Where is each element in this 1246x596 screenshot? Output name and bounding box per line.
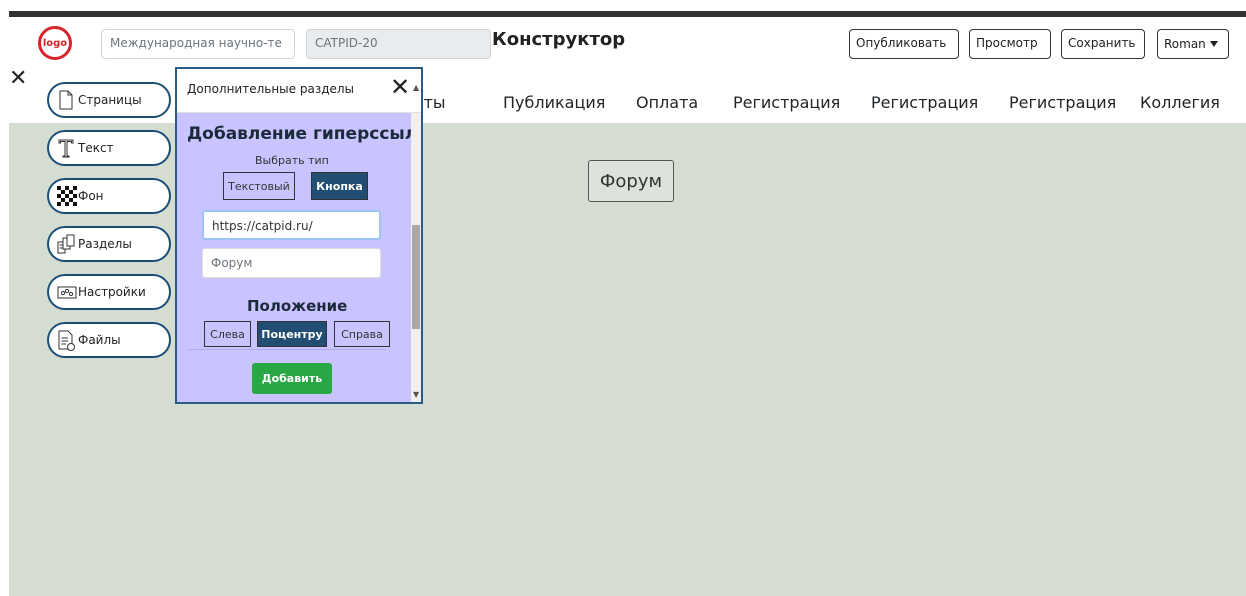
page-icon <box>57 90 75 110</box>
site-name-input[interactable]: Международная научно-те <box>101 29 295 59</box>
position-title: Положение <box>247 297 348 315</box>
sidebar-item-background[interactable]: Фон <box>47 178 171 214</box>
align-right-button[interactable]: Справа <box>334 321 390 347</box>
nav-item-registration-3[interactable]: Регистрация <box>1009 93 1116 112</box>
publish-button[interactable]: Опубликовать <box>849 29 959 59</box>
align-center-button[interactable]: Поцентру <box>257 321 327 347</box>
scroll-up-icon[interactable]: ▲ <box>413 83 419 92</box>
sidebar-item-label: Файлы <box>78 333 121 347</box>
scroll-down-icon[interactable]: ▼ <box>413 390 419 399</box>
sidebar-item-pages[interactable]: Страницы <box>47 82 171 118</box>
scrollbar-thumb[interactable] <box>412 225 420 329</box>
user-dropdown[interactable]: Roman <box>1157 29 1229 59</box>
panel-scrollbar[interactable]: ▲ ▼ <box>411 83 421 402</box>
text-icon <box>57 138 75 158</box>
caret-down-icon <box>1209 41 1218 47</box>
nav-item-registration-1[interactable]: Регистрация <box>733 93 840 112</box>
site-code-input[interactable]: CATPID-20 <box>306 29 491 59</box>
link-text-input[interactable]: Форум <box>202 248 381 278</box>
sidebar-item-label: Разделы <box>78 237 132 251</box>
add-button[interactable]: Добавить <box>252 363 332 394</box>
type-text-button[interactable]: Текстовый <box>223 172 295 200</box>
page-title: Конструктор <box>492 29 626 50</box>
additional-sections-panel: Дополнительные разделы ✕ Добавление гипе… <box>175 67 423 404</box>
nav-item-registration-2[interactable]: Регистрация <box>871 93 978 112</box>
divider <box>188 349 386 350</box>
close-icon[interactable]: ✕ <box>390 75 410 99</box>
nav-item-payment[interactable]: Оплата <box>636 93 698 112</box>
align-left-button[interactable]: Слева <box>204 321 251 347</box>
sidebar-item-settings[interactable]: Настройки <box>47 274 171 310</box>
file-icon <box>57 330 75 351</box>
panel-header: Дополнительные разделы ✕ <box>177 69 421 113</box>
forum-link-button[interactable]: Форум <box>588 160 674 202</box>
panel-title: Дополнительные разделы <box>187 82 355 96</box>
nav-item-board[interactable]: Коллегия <box>1140 93 1220 112</box>
panel-body: Добавление гиперссылки Выбрать тип Текст… <box>177 113 421 402</box>
logo-text: logo <box>42 37 68 49</box>
url-input[interactable]: https://catpid.ru/ <box>202 210 381 240</box>
sidebar-item-sections[interactable]: Разделы <box>47 226 171 262</box>
sidebar-item-files[interactable]: Файлы <box>47 322 171 358</box>
hyperlink-section-title: Добавление гиперссылки <box>187 124 423 144</box>
type-button-button[interactable]: Кнопка <box>311 172 368 200</box>
sections-icon <box>57 234 75 254</box>
sidebar-item-text[interactable]: Текст <box>47 130 171 166</box>
settings-icon <box>57 282 77 302</box>
user-name: Roman <box>1164 37 1206 51</box>
preview-button[interactable]: Просмотр <box>969 29 1051 59</box>
sidebar-item-label: Фон <box>78 189 104 203</box>
save-button[interactable]: Сохранить <box>1061 29 1145 59</box>
close-panel-icon[interactable]: ✕ <box>9 68 27 90</box>
sidebar-item-label: Страницы <box>78 93 142 107</box>
nav-item-publication[interactable]: Публикация <box>503 93 605 112</box>
sidebar-item-label: Текст <box>78 141 114 155</box>
header: logo Международная научно-те CATPID-20 К… <box>9 17 1246 69</box>
sidebar-item-label: Настройки <box>78 285 146 299</box>
checker-icon <box>57 186 77 206</box>
choose-type-label: Выбрать тип <box>255 154 329 167</box>
logo[interactable]: logo <box>38 26 72 60</box>
